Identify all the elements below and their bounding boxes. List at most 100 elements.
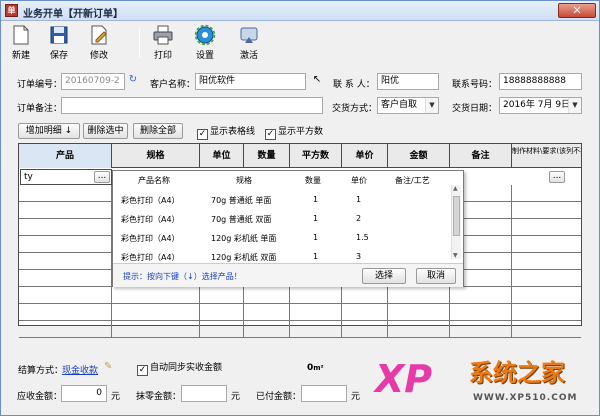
column-qty[interactable]: 数量	[244, 144, 290, 168]
app-icon: 单	[5, 4, 18, 17]
column-spec[interactable]: 规格	[112, 144, 200, 168]
pencil-icon[interactable]: ✎	[104, 361, 112, 372]
order-number-field[interactable]: 20160709-2	[61, 73, 125, 90]
table-cell-border	[449, 321, 450, 338]
discount-field[interactable]	[181, 385, 227, 402]
column-unit[interactable]: 单位	[200, 144, 244, 168]
column-amount[interactable]: 金额	[388, 144, 450, 168]
delete-selected-button[interactable]: 删除选中	[83, 123, 128, 139]
order-note-field[interactable]	[61, 97, 323, 114]
product-spec: 120g 彩机纸 单面	[211, 234, 277, 243]
delivery-method-select[interactable]: 客户自取 ▼	[377, 97, 439, 114]
total-sqm-value: 0m²	[307, 363, 324, 373]
table-cell-border	[199, 321, 200, 338]
customer-field[interactable]: 阳优软件	[195, 73, 306, 90]
popup-select-button[interactable]: 选择	[362, 268, 406, 284]
table-row[interactable]	[19, 321, 581, 338]
materials-picker-button[interactable]: ...	[549, 171, 565, 183]
activate-button[interactable]: 激活	[233, 24, 265, 64]
popup-cancel-button[interactable]: 取消	[416, 268, 456, 284]
table-cell-border	[511, 236, 512, 253]
delivery-date-picker[interactable]: 2016年 7月 9日 ▼	[499, 97, 582, 114]
chevron-down-icon[interactable]: ▼	[425, 98, 438, 113]
column-product[interactable]: 产品	[19, 144, 112, 168]
scrollbar-thumb[interactable]	[453, 196, 460, 236]
list-item[interactable]: 彩色打印（A4） 70g 普通纸 单面 1 1	[113, 191, 453, 210]
scroll-up-icon[interactable]: ▲	[453, 185, 458, 192]
table-cell-border	[511, 219, 512, 236]
toolbar: 新建 保存 修改 打印 设置 激活	[1, 22, 599, 64]
table-cell-border	[511, 253, 512, 270]
order-number-label: 订单编号：	[17, 80, 63, 90]
print-button[interactable]: 打印	[147, 24, 179, 64]
checkbox-checked-icon: ✓	[197, 129, 208, 140]
add-row-button[interactable]: 增加明细 ↓	[18, 123, 80, 139]
close-button[interactable]: ✕	[558, 3, 596, 18]
table-cell-border	[511, 270, 512, 287]
add-row-label: 增加明细	[25, 126, 62, 136]
product-picker-popup: 产品名称 规格 数量 单价 备注/工艺 彩色打印（A4） 70g 普通纸 单面 1 1…	[112, 170, 464, 287]
site-watermark: XP 系统之家 WWW.XP510.COM	[373, 353, 599, 415]
product-price: 1	[356, 195, 362, 204]
title-bar: 单 业务开单【开新订单】 ✕	[1, 1, 599, 21]
delivery-date-label: 交货日期：	[452, 104, 498, 114]
refresh-icon[interactable]: ↻	[126, 74, 140, 89]
column-price[interactable]: 单价	[342, 144, 388, 168]
settings-button[interactable]: 设置	[189, 24, 221, 64]
product-spec: 70g 普通纸 双面	[211, 215, 272, 224]
phone-label: 联系号码：	[452, 80, 498, 90]
phone-field[interactable]: 18888888888	[499, 73, 582, 90]
table-cell-border	[387, 304, 388, 321]
dropdown-arrow-icon: ↓	[64, 126, 73, 136]
show-sqm-checkbox[interactable]: ✓ 显示平方数	[265, 126, 323, 140]
list-item[interactable]: 彩色打印（A4） 120g 彩机纸 单面 1 1.5	[113, 229, 453, 248]
popup-scrollbar[interactable]: ▲ ▼	[451, 185, 461, 259]
customer-label: 客户名称：	[150, 80, 196, 90]
product-name: 彩色打印（A4）	[121, 253, 180, 262]
popup-header-qty: 数量	[305, 176, 321, 185]
save-icon	[50, 26, 68, 44]
column-note[interactable]: 备注	[450, 144, 512, 168]
column-sqm[interactable]: 平方数	[290, 144, 342, 168]
edit-button[interactable]: 修改	[83, 24, 115, 64]
table-cell-border	[243, 304, 244, 321]
show-grid-lines-checkbox[interactable]: ✓ 显示表格线	[197, 126, 255, 140]
toolbar-separator	[139, 28, 140, 58]
delivery-method-label: 交货方式：	[332, 104, 378, 114]
new-button-label: 新建	[11, 51, 30, 61]
product-picker-button[interactable]: ...	[94, 171, 110, 183]
contact-field[interactable]: 阳优	[377, 73, 439, 90]
table-row[interactable]	[19, 287, 581, 304]
popup-hint: 提示：按向下键（↓）选择产品！	[123, 272, 242, 281]
new-button[interactable]: 新建	[5, 24, 37, 64]
paid-field[interactable]	[301, 385, 347, 402]
delete-all-button[interactable]: 删除全部	[133, 123, 183, 139]
table-cell-border	[199, 304, 200, 321]
receivable-field[interactable]: 0	[61, 385, 107, 402]
popup-header-price: 单价	[351, 176, 367, 185]
product-qty: 1	[313, 252, 319, 261]
cursor-pointer-icon: ↖	[312, 74, 322, 85]
chevron-down-icon[interactable]: ▼	[568, 98, 581, 113]
auto-sync-checkbox[interactable]: ✓ 自动同步实收金额	[137, 362, 222, 376]
product-name: 彩色打印（A4）	[121, 215, 180, 224]
discount-unit: 元	[231, 392, 241, 402]
window-title: 业务开单【开新订单】	[23, 9, 123, 20]
column-materials[interactable]: 制作材料\要求(该列不打印)	[512, 144, 581, 168]
product-spec: 120g 彩机纸 双面	[211, 253, 277, 262]
delivery-date-value: 2016年 7月 9日	[503, 100, 571, 110]
table-cell-border	[289, 321, 290, 338]
table-cell-border	[511, 202, 512, 219]
save-button[interactable]: 保存	[43, 24, 75, 64]
product-name: 彩色打印（A4）	[121, 196, 180, 205]
scroll-down-icon[interactable]: ▼	[453, 252, 458, 259]
settle-method-label: 结算方式：	[18, 366, 64, 376]
table-row[interactable]	[19, 304, 581, 321]
receivable-unit: 元	[111, 392, 121, 402]
checkbox-checked-icon: ✓	[265, 129, 276, 140]
settle-method-link[interactable]: 现金收款	[62, 363, 98, 376]
table-cell-border	[289, 287, 290, 304]
product-qty: 1	[313, 233, 319, 242]
list-item[interactable]: 彩色打印（A4） 70g 普通纸 双面 1 2	[113, 210, 453, 229]
paid-label: 已付金额：	[256, 392, 302, 402]
